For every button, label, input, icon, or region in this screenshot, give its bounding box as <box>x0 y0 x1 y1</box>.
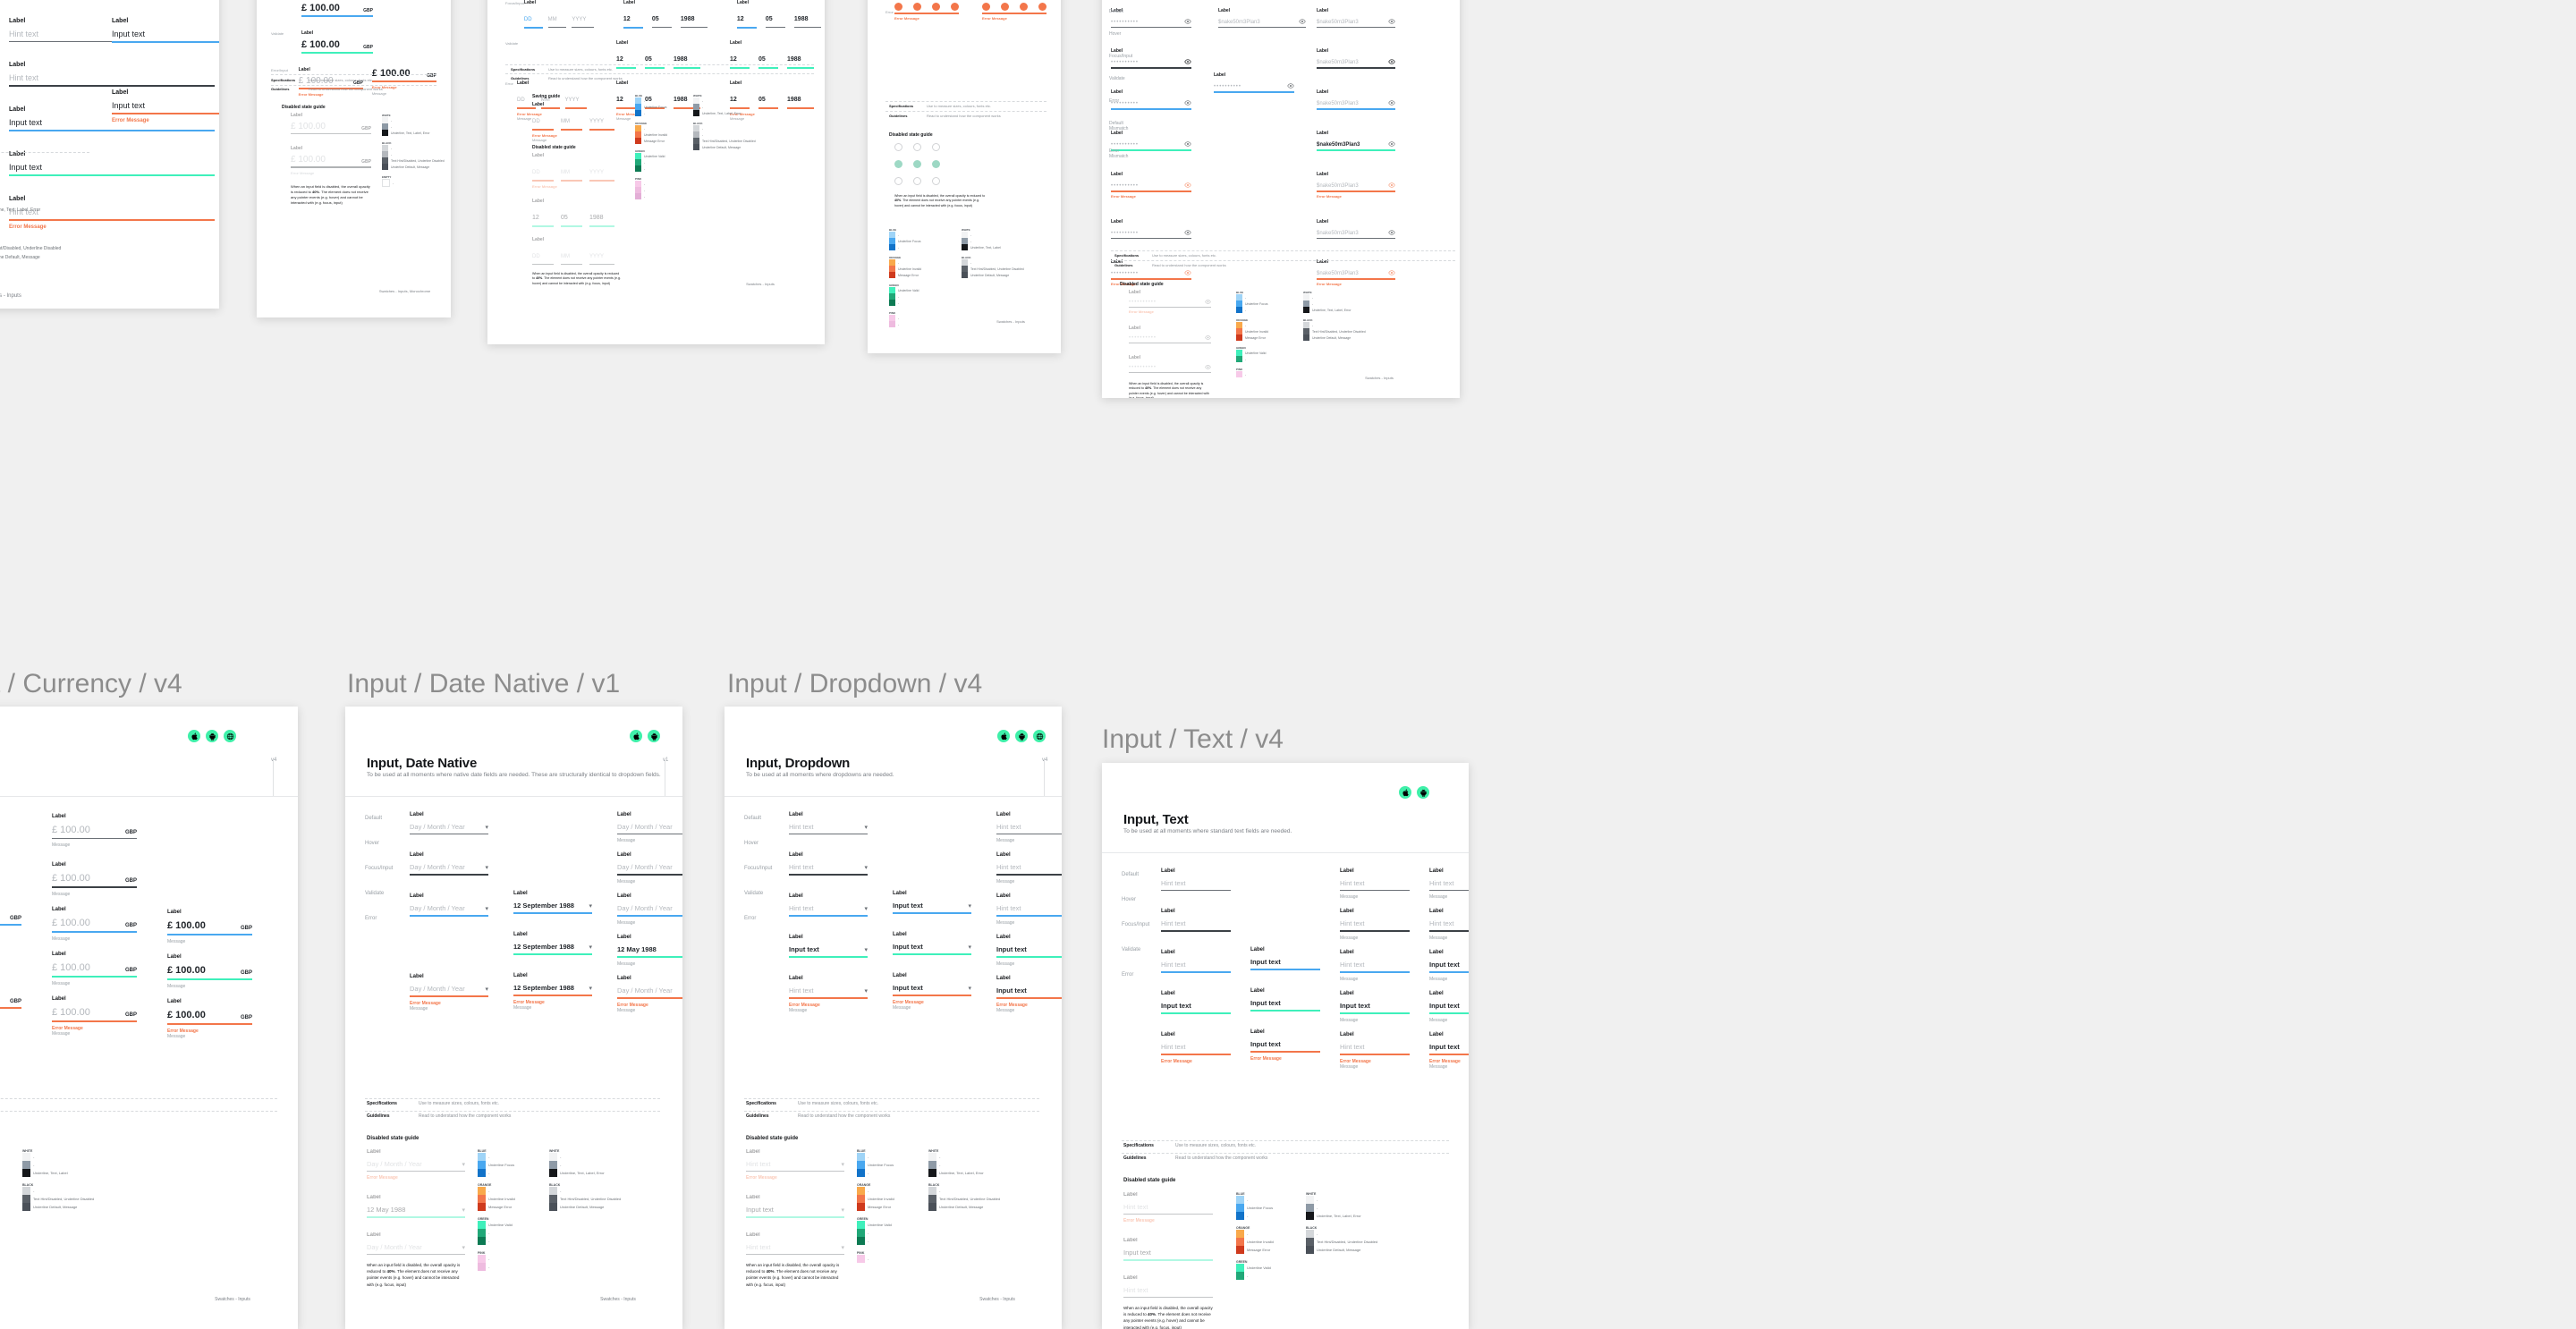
date-native-version: v1 <box>663 758 669 763</box>
apple-icon[interactable] <box>188 730 200 742</box>
card-currency-main: t, Currency ed at all moments where curr… <box>0 707 298 1329</box>
card-dropdown-main: Input, Dropdown To be used at all moment… <box>724 707 1062 1329</box>
apple-icon[interactable] <box>630 730 642 742</box>
board-title-dropdown: Input / Dropdown / v4 <box>727 669 983 698</box>
card-text-main: Input, Text To be used at all moments wh… <box>1102 763 1469 1329</box>
platform-icons-dropdown <box>997 730 1046 742</box>
card-text-top: Label Hint text Label Hint text Label In… <box>0 0 219 309</box>
platform-icons <box>188 730 236 742</box>
android-icon[interactable] <box>206 730 218 742</box>
eye-icon[interactable] <box>1184 182 1191 189</box>
swatch-footer: Swatches - Inputs <box>0 293 21 299</box>
dropdown-card-title: Input, Dropdown <box>746 756 851 771</box>
board-title-currency: t / Currency / v4 <box>0 669 182 698</box>
board-title-text: Input / Text / v4 <box>1102 724 1284 754</box>
android-icon[interactable] <box>1015 730 1028 742</box>
swatch-footer-mono: Swatches - Inputs, Monochrome <box>378 289 431 293</box>
dropdown-card-subtitle: To be used at all moments where dropdown… <box>746 772 894 778</box>
web-icon[interactable] <box>1033 730 1046 742</box>
platform-icons-text <box>1399 786 1429 799</box>
text-card-title: Input, Text <box>1123 812 1189 827</box>
card-password-top: Label •••••••••• Label •••••••••• Label … <box>1102 0 1460 398</box>
apple-icon[interactable] <box>997 730 1010 742</box>
text-card-subtitle: To be used at all moments where standard… <box>1123 828 1292 834</box>
card-date-split-top: Default Label DD MM YYYY Label DD MM YYY… <box>487 0 825 344</box>
currency-version: v4 <box>271 758 277 763</box>
eye-icon[interactable] <box>1184 99 1191 106</box>
design-board-canvas: t / Currency / v4 Input / Date Native / … <box>0 0 2576 1329</box>
date-native-card-title: Input, Date Native <box>367 756 478 771</box>
dropdown-version: v4 <box>1042 758 1048 763</box>
card-currency-top: Default Label £ 100.00GBP £ 100.00GBP Ho… <box>257 0 451 317</box>
date-native-card-subtitle: To be used at all moments where native d… <box>367 772 661 778</box>
card-selection-top: Default Hover Focus/Input <box>868 0 1061 353</box>
apple-icon[interactable] <box>1399 786 1411 799</box>
eye-icon[interactable] <box>1184 140 1191 148</box>
eye-icon[interactable] <box>1184 18 1191 25</box>
board-title-date-native: Input / Date Native / v1 <box>347 669 621 698</box>
android-icon[interactable] <box>1417 786 1429 799</box>
android-icon[interactable] <box>648 730 660 742</box>
card-date-native-main: Input, Date Native To be used at all mom… <box>345 707 682 1329</box>
eye-icon[interactable] <box>1184 58 1191 65</box>
password-state-labels: Default Hover Focus/Input Validate Error… <box>1109 9 1133 159</box>
web-icon[interactable] <box>224 730 236 742</box>
platform-icons-date <box>630 730 660 742</box>
